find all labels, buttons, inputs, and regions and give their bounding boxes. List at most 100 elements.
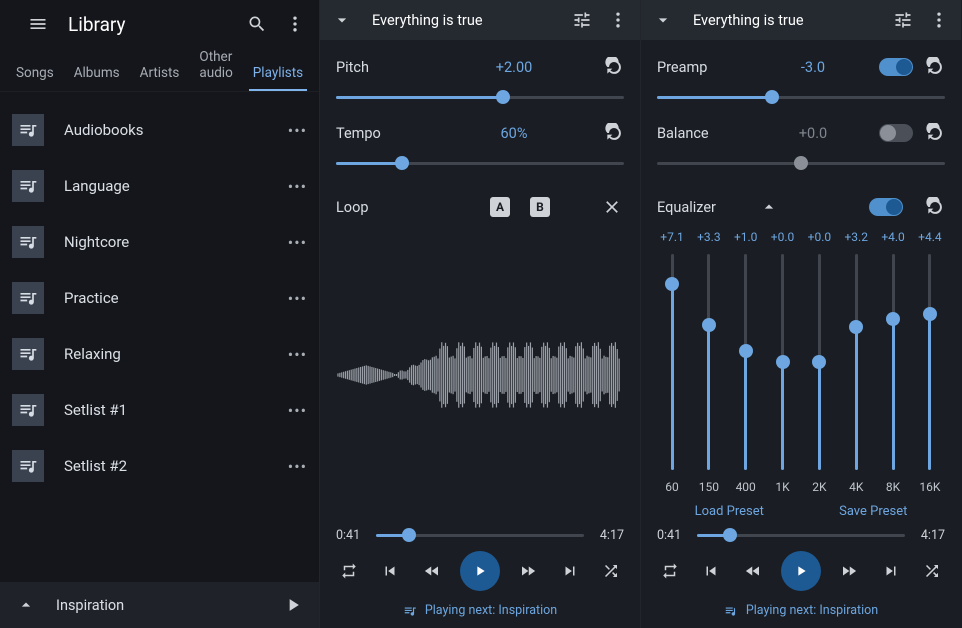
- waveform[interactable]: [336, 226, 624, 523]
- balance-toggle[interactable]: [879, 124, 913, 142]
- playlist-item[interactable]: Language •••: [0, 158, 319, 214]
- more-vert-icon[interactable]: [606, 8, 630, 32]
- fast-forward-icon[interactable]: [515, 558, 541, 584]
- waveform-svg: [336, 295, 624, 455]
- tab-playlists[interactable]: Playlists: [243, 65, 313, 91]
- skip-previous-icon[interactable]: [377, 558, 403, 584]
- tab-artists[interactable]: Artists: [130, 65, 190, 91]
- eq-band[interactable]: [731, 254, 761, 470]
- skip-previous-icon[interactable]: [698, 558, 724, 584]
- eq-band[interactable]: [878, 254, 908, 470]
- eq-band[interactable]: [804, 254, 834, 470]
- shuffle-icon[interactable]: [598, 558, 624, 584]
- pitch-slider[interactable]: [336, 82, 624, 112]
- rewind-icon[interactable]: [740, 558, 766, 584]
- eq-band[interactable]: [694, 254, 724, 470]
- more-vert-icon[interactable]: [283, 12, 307, 36]
- panel-equalizer: Everything is true Preamp -3.0 Balance +…: [640, 0, 961, 628]
- playlist-item[interactable]: Audiobooks •••: [0, 102, 319, 158]
- reset-icon[interactable]: [923, 121, 945, 145]
- progress-row: 0:41 4:17: [320, 523, 640, 547]
- search-icon[interactable]: [245, 12, 269, 36]
- balance-value[interactable]: +0.0: [747, 125, 879, 142]
- equalizer-area: +7.1 +3.3 +1.0 +0.0 +0.0 +3.2 +4.0 +4.4: [657, 224, 945, 523]
- track-title: Everything is true: [693, 12, 879, 29]
- chevron-up-icon[interactable]: [14, 593, 38, 617]
- playlist-label: Language: [64, 177, 288, 195]
- repeat-icon[interactable]: [336, 558, 362, 584]
- panel-header: Everything is true: [641, 0, 961, 40]
- playing-next[interactable]: Playing next: Inspiration: [641, 597, 961, 628]
- tempo-control: Tempo 60%: [336, 118, 624, 148]
- playlist-label: Audiobooks: [64, 121, 288, 139]
- playing-next[interactable]: Playing next: Inspiration: [320, 597, 640, 628]
- rewind-icon[interactable]: [419, 558, 445, 584]
- tune-icon[interactable]: [891, 8, 915, 32]
- more-horiz-icon[interactable]: •••: [288, 233, 307, 252]
- balance-slider[interactable]: [657, 148, 945, 178]
- now-playing-bar[interactable]: Inspiration: [0, 582, 319, 628]
- reset-icon[interactable]: [602, 55, 624, 79]
- playlist-item[interactable]: Setlist #2 •••: [0, 438, 319, 494]
- more-horiz-icon[interactable]: •••: [288, 345, 307, 364]
- chevron-up-icon[interactable]: [757, 195, 781, 219]
- loop-a-button[interactable]: A: [490, 197, 510, 217]
- progress-slider[interactable]: [697, 527, 905, 543]
- play-button[interactable]: [460, 551, 500, 591]
- playing-next-label: Playing next: Inspiration: [425, 603, 557, 618]
- skip-next-icon[interactable]: [878, 558, 904, 584]
- more-horiz-icon[interactable]: •••: [288, 289, 307, 308]
- menu-icon[interactable]: [26, 12, 50, 36]
- skip-next-icon[interactable]: [557, 558, 583, 584]
- close-icon[interactable]: [600, 195, 624, 219]
- preamp-value[interactable]: -3.0: [747, 59, 879, 76]
- repeat-icon[interactable]: [657, 558, 683, 584]
- pitch-value[interactable]: +2.00: [426, 59, 602, 76]
- tempo-value[interactable]: 60%: [426, 125, 602, 142]
- tune-icon[interactable]: [570, 8, 594, 32]
- playlist-icon: [12, 170, 44, 202]
- more-horiz-icon[interactable]: •••: [288, 401, 307, 420]
- load-preset-button[interactable]: Load Preset: [695, 504, 764, 519]
- play-button[interactable]: [781, 551, 821, 591]
- playlist-item[interactable]: Setlist #1 •••: [0, 382, 319, 438]
- eq-freq: 60: [657, 480, 687, 494]
- fast-forward-icon[interactable]: [836, 558, 862, 584]
- sidebar-header: Library: [0, 0, 319, 48]
- playlist-icon: [12, 394, 44, 426]
- reset-icon[interactable]: [923, 195, 945, 219]
- shuffle-icon[interactable]: [919, 558, 945, 584]
- save-preset-button[interactable]: Save Preset: [839, 504, 907, 519]
- tab-albums[interactable]: Albums: [64, 65, 130, 91]
- chevron-down-icon[interactable]: [651, 8, 675, 32]
- loop-b-button[interactable]: B: [530, 197, 550, 217]
- playlist-item[interactable]: Practice •••: [0, 270, 319, 326]
- playlist-icon: [12, 114, 44, 146]
- eq-band[interactable]: [768, 254, 798, 470]
- reset-icon[interactable]: [602, 121, 624, 145]
- eq-band[interactable]: [841, 254, 871, 470]
- playlist-item[interactable]: Relaxing •••: [0, 326, 319, 382]
- preamp-slider[interactable]: [657, 82, 945, 112]
- library-tabs: Songs Albums Artists Other audio Playlis…: [0, 48, 319, 92]
- playlist-label: Setlist #2: [64, 457, 288, 475]
- eq-gain: +1.0: [731, 230, 761, 244]
- tempo-slider[interactable]: [336, 148, 624, 178]
- more-vert-icon[interactable]: [927, 8, 951, 32]
- eq-band[interactable]: [915, 254, 945, 470]
- playing-next-label: Playing next: Inspiration: [746, 603, 878, 618]
- preamp-toggle[interactable]: [879, 58, 913, 76]
- library-title: Library: [68, 13, 231, 36]
- chevron-down-icon[interactable]: [330, 8, 354, 32]
- more-horiz-icon[interactable]: •••: [288, 457, 307, 476]
- play-icon[interactable]: [281, 593, 305, 617]
- reset-icon[interactable]: [923, 55, 945, 79]
- eq-band[interactable]: [657, 254, 687, 470]
- tab-other-audio[interactable]: Other audio: [189, 49, 242, 91]
- more-horiz-icon[interactable]: •••: [288, 177, 307, 196]
- tab-songs[interactable]: Songs: [6, 65, 64, 91]
- more-horiz-icon[interactable]: •••: [288, 121, 307, 140]
- playlist-item[interactable]: Nightcore •••: [0, 214, 319, 270]
- equalizer-toggle[interactable]: [869, 198, 903, 216]
- progress-slider[interactable]: [376, 527, 584, 543]
